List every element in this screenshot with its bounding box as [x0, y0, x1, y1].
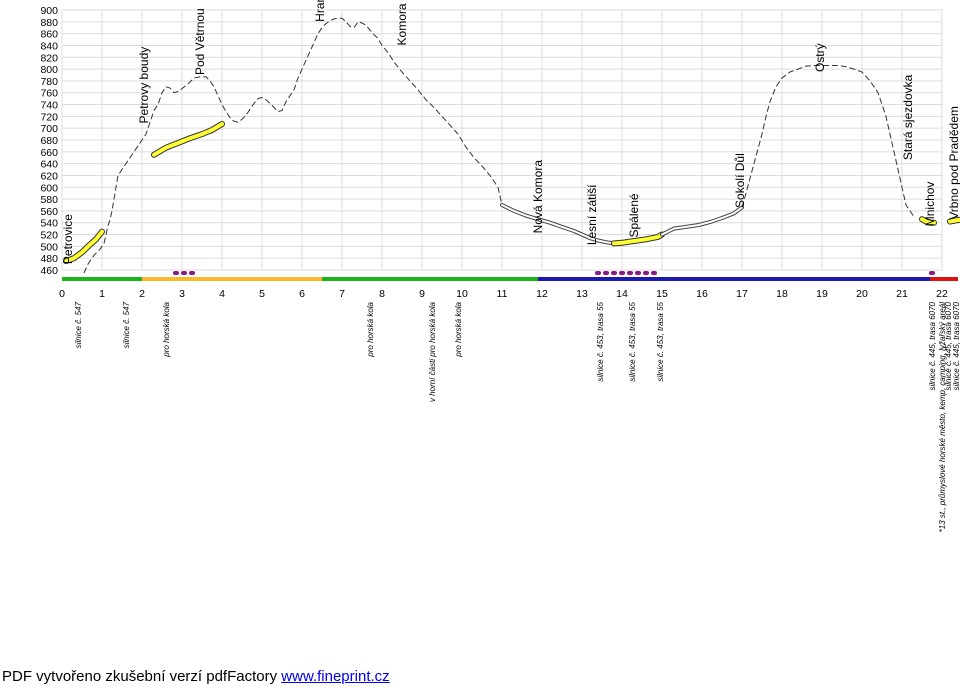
y-tick-label: 700: [40, 123, 58, 135]
y-tick-label: 840: [40, 40, 58, 52]
place-label: Petrovice: [61, 214, 75, 264]
x-tick-label: 0: [59, 288, 65, 300]
road-note: pro horská kola: [454, 301, 463, 357]
y-tick-label: 800: [40, 64, 58, 76]
x-tick-label: 14: [616, 288, 628, 300]
x-tick-label: 16: [696, 288, 708, 300]
x-tick-label: 4: [219, 288, 225, 300]
y-tick-label: 520: [40, 230, 58, 242]
marker-dot: [173, 271, 179, 275]
marker-dot: [603, 271, 609, 275]
place-label: Nová Komora: [531, 160, 545, 234]
footer-text: PDF vytvořeno zkušební verzí pdfFactory: [2, 668, 282, 685]
x-tick-label: 17: [736, 288, 748, 300]
y-tick-label: 480: [40, 253, 58, 265]
y-tick-label: 780: [40, 76, 58, 88]
road-note: silnice č. 453, trasa 55: [656, 301, 665, 381]
place-label: Spálené: [627, 193, 641, 237]
x-tick-label: 19: [816, 288, 828, 300]
surface-bar-segment: [142, 277, 322, 281]
x-tick-label: 8: [379, 288, 385, 300]
place-label: Petrovy boudy: [137, 47, 151, 124]
marker-dot: [181, 271, 187, 275]
y-tick-label: 540: [40, 218, 58, 230]
y-tick-label: 620: [40, 170, 58, 182]
y-tick-label: 900: [40, 5, 58, 17]
y-tick-label: 600: [40, 182, 58, 194]
place-label: Sokolí Důl: [733, 153, 747, 208]
y-tick-label: 680: [40, 135, 58, 147]
y-tick-label: 580: [40, 194, 58, 206]
y-tick-label: 720: [40, 111, 58, 123]
surface-bar-segment: [322, 277, 538, 281]
marker-dot: [643, 271, 649, 275]
x-tick-label: 2: [139, 288, 145, 300]
y-tick-label: 660: [40, 147, 58, 159]
marker-dot: [619, 271, 625, 275]
x-tick-label: 1: [99, 288, 105, 300]
x-tick-label: 7: [339, 288, 345, 300]
marker-dot: [595, 271, 601, 275]
y-tick-label: 820: [40, 52, 58, 64]
x-tick-label: 15: [656, 288, 668, 300]
road-note: silnice č. 445, trasa 6070: [928, 301, 937, 390]
marker-dot: [189, 271, 195, 275]
marker-dot: [635, 271, 641, 275]
x-tick-label: 6: [299, 288, 305, 300]
x-tick-label: 9: [419, 288, 425, 300]
road-note: silnice č. 453, trasa 55: [628, 301, 637, 381]
footer-watermark: PDF vytvořeno zkušební verzí pdfFactory …: [2, 668, 390, 685]
surface-bar-segment: [930, 277, 958, 281]
surface-bar-segment: [538, 277, 930, 281]
place-label: Hraniční cesta: [313, 0, 327, 22]
road-note: v horní části pro horská kola: [428, 301, 437, 402]
place-label: Stará sjezdovka: [901, 74, 915, 160]
place-label: Mnichov: [923, 182, 937, 227]
place-label: Vrbno pod Pradědem: [947, 106, 960, 220]
y-tick-label: 560: [40, 206, 58, 218]
marker-dot: [929, 271, 935, 275]
place-label: Lesní zátiší: [585, 184, 599, 245]
y-tick-label: 860: [40, 29, 58, 41]
x-tick-label: 11: [497, 288, 508, 300]
place-label: Ostrý: [813, 43, 827, 72]
road-note: silnice č. 547: [74, 301, 83, 348]
y-tick-label: 460: [40, 265, 58, 277]
elevation-profile-chart: 9008808608408208007807607407207006806606…: [40, 0, 960, 532]
y-tick-label: 500: [40, 241, 58, 253]
place-label: Pod Větrnou: [193, 8, 207, 75]
road-note: silnice č. 547: [122, 301, 131, 348]
marker-dot: [627, 271, 633, 275]
x-tick-label: 13: [576, 288, 588, 300]
x-tick-label: 12: [536, 288, 548, 300]
x-tick-label: 5: [259, 288, 265, 300]
marker-dot: [651, 271, 657, 275]
x-tick-label: 21: [896, 288, 908, 300]
x-tick-label: 10: [456, 288, 468, 300]
profile-dashed-segment: [741, 65, 915, 218]
y-tick-label: 640: [40, 159, 58, 171]
road-note: silnice č. 445, trasa 6070: [952, 301, 960, 390]
x-tick-label: 3: [179, 288, 185, 300]
y-tick-label: 760: [40, 88, 58, 100]
y-tick-label: 740: [40, 100, 58, 112]
footer-link[interactable]: www.fineprint.cz: [281, 668, 389, 685]
x-tick-label: 22: [936, 288, 948, 300]
road-note: pro horská kola: [162, 301, 171, 357]
place-label: Komora: [395, 3, 409, 45]
road-note: silnice č. 453, trasa 55: [596, 301, 605, 381]
surface-bar-segment: [62, 277, 142, 281]
x-tick-label: 18: [776, 288, 788, 300]
x-tick-label: 20: [856, 288, 868, 300]
y-tick-label: 880: [40, 17, 58, 29]
marker-dot: [611, 271, 617, 275]
road-note: pro horská kola: [366, 301, 375, 357]
